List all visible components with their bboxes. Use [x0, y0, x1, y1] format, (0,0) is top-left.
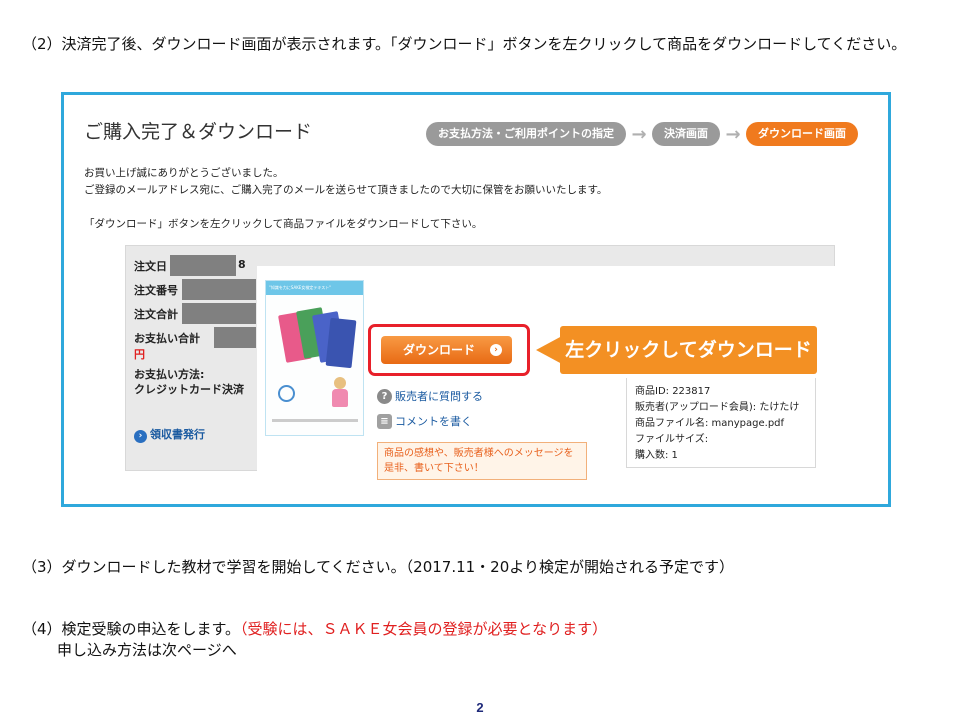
download-instruction: 「ダウンロード」ボタンを左クリックして商品ファイルをダウンロードして下さい。	[84, 218, 483, 230]
ask-seller-link[interactable]: ? 販売者に質問する	[377, 385, 483, 407]
order-date-label: 注文日	[134, 260, 167, 273]
order-info: 注文日 8 注文番号 注文合計 お支払い合計 円 お支払い方法: クレジットカー…	[134, 255, 256, 396]
receipt-label: 領収書発行	[150, 428, 205, 441]
instruction-step-3: （3）ダウンロードした教材で学習を開始してください。（2017.11・20より検…	[22, 558, 734, 576]
redacted-block	[170, 255, 236, 276]
mascot-illustration	[332, 377, 348, 409]
paid-total-label: お支払い合計	[134, 332, 200, 345]
redacted-block	[182, 303, 256, 324]
arrow-right-icon: →	[631, 123, 647, 145]
instruction-step-4-next: 申し込み方法は次ページへ	[57, 641, 237, 659]
question-icon: ?	[377, 388, 392, 404]
thumb-footer-line	[272, 419, 358, 422]
redacted-block	[182, 279, 256, 300]
order-date-tail: 8	[238, 258, 246, 271]
purchase-quantity: 購入数: 1	[635, 450, 678, 461]
currency-unit: 円	[134, 348, 145, 361]
callout-text: 左クリックしてダウンロード	[560, 326, 817, 374]
instruction-step-2: （2）決済完了後、ダウンロード画面が表示されます。「ダウンロード」ボタンを左クリ…	[22, 35, 907, 53]
order-total-label: 注文合計	[134, 308, 178, 321]
arrow-right-icon: →	[725, 123, 741, 145]
payment-method-label: お支払い方法:	[134, 368, 205, 381]
instruction-step-4: （4）検定受験の申込をします。（受験には、ＳＡＫＥ女会員の登録が必要となります）	[22, 619, 607, 639]
file-name: 商品ファイル名: manypage.pdf	[635, 418, 785, 429]
thanks-message: お買い上げ誠にありがとうございました。	[84, 167, 284, 179]
chevron-right-icon: ›	[134, 430, 147, 443]
book-cover-image	[325, 317, 357, 369]
ask-seller-label: 販売者に質問する	[395, 390, 483, 403]
paid-total-row: お支払い合計 円	[134, 327, 256, 366]
order-panel: 注文日 8 注文番号 注文合計 お支払い合計 円 お支払い方法: クレジットカー…	[125, 245, 835, 480]
progress-step-checkout: 決済画面	[652, 122, 720, 146]
chevron-right-icon: ›	[490, 344, 502, 356]
download-button-label: ダウンロード	[403, 343, 476, 357]
product-id: 商品ID: 223817	[635, 386, 711, 397]
write-comment-label: コメントを書く	[395, 415, 472, 428]
file-size: ファイルサイズ:	[635, 434, 709, 445]
seller-links: ? 販売者に質問する ≡ コメントを書く	[377, 385, 483, 435]
order-number-label: 注文番号	[134, 284, 178, 297]
message-note: 商品の感想や、販売者様へのメッセージを是非、書いて下さい！	[377, 442, 587, 480]
download-area: "知識を力にSAKE女検定テキスト" ダウンロード › 左クリックしてダウンロー…	[257, 266, 835, 480]
download-highlight: ダウンロード ›	[368, 324, 530, 376]
membership-note: （受験には、ＳＡＫＥ女会員の登録が必要となります）	[240, 620, 608, 638]
redacted-block	[214, 327, 256, 348]
screen-title: ご購入完了＆ダウンロード	[84, 121, 313, 143]
progress-step-download: ダウンロード画面	[746, 122, 858, 146]
product-thumb-caption: "知識を力にSAKE女検定テキスト"	[266, 281, 363, 295]
write-comment-link[interactable]: ≡ コメントを書く	[377, 410, 483, 432]
page-number: 2	[476, 700, 484, 715]
payment-method-value: クレジットカード決済	[134, 383, 244, 396]
comment-icon: ≡	[377, 413, 392, 429]
download-button[interactable]: ダウンロード ›	[381, 336, 512, 364]
receipt-link[interactable]: › 領収書発行	[134, 426, 205, 443]
left-click-callout: 左クリックしてダウンロード	[536, 326, 817, 374]
callout-pointer	[536, 336, 562, 364]
email-notice: ご登録のメールアドレス宛に、ご購入完了のメールを送らせて頂きましたので大切に保管…	[84, 184, 608, 196]
product-details: 商品ID: 223817 販売者(アップロード会員): たけたけ 商品ファイル名…	[626, 378, 816, 468]
progress-step-payment-method: お支払方法・ご利用ポイントの指定	[426, 122, 626, 146]
purchase-progress: お支払方法・ご利用ポイントの指定 → 決済画面 → ダウンロード画面	[426, 122, 858, 146]
product-thumbnail: "知識を力にSAKE女検定テキスト"	[265, 280, 364, 436]
download-screen-screenshot: ご購入完了＆ダウンロード お支払方法・ご利用ポイントの指定 → 決済画面 → ダ…	[61, 92, 891, 507]
globe-icon	[278, 385, 295, 402]
step4-text: （4）検定受験の申込をします。	[22, 620, 241, 638]
seller-name: 販売者(アップロード会員): たけたけ	[635, 402, 800, 413]
